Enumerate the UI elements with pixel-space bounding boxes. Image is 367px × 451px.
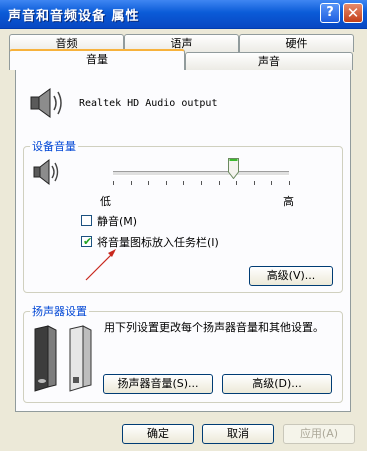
slider-tick: [254, 181, 255, 185]
slider-tick: [271, 181, 272, 185]
speaker-advanced-button[interactable]: 高级(D)...: [222, 374, 332, 394]
volume-low-label: 低: [100, 195, 111, 208]
title-bar[interactable]: 声音和音频设备 属性 ? ✕: [0, 0, 367, 29]
properties-window: 声音和音频设备 属性 ? ✕ 音频 语声 硬件 音量 声音 Realtek HD…: [0, 0, 367, 451]
mute-label[interactable]: 静音(M): [97, 213, 137, 229]
slider-tick: [113, 181, 114, 185]
slider-tick: [183, 181, 184, 185]
tab-sounds[interactable]: 声音: [185, 52, 353, 70]
device-volume-title: 设备音量: [30, 138, 78, 154]
annotation-arrow-icon: [85, 249, 116, 281]
tab-hardware[interactable]: 硬件: [239, 34, 354, 52]
tab-volume[interactable]: 音量: [9, 49, 185, 70]
speakers-icon: [34, 325, 92, 392]
volume-slider-track[interactable]: [113, 171, 289, 176]
close-button[interactable]: ✕: [343, 3, 363, 23]
device-name: Realtek HD Audio output: [79, 98, 218, 109]
slider-tick: [289, 181, 290, 185]
slider-tick: [166, 181, 167, 185]
mute-checkbox[interactable]: [81, 215, 92, 226]
slider-tick: [219, 181, 220, 185]
volume-slider-thumb[interactable]: [227, 158, 239, 179]
volume-high-label: 高: [283, 195, 294, 208]
slider-tick: [131, 181, 132, 185]
cancel-button[interactable]: 取消: [202, 424, 274, 444]
device-advanced-button[interactable]: 高级(V)...: [249, 266, 333, 286]
speaker-icon: [30, 88, 62, 118]
speaker-settings-title: 扬声器设置: [30, 303, 89, 319]
apply-button[interactable]: 应用(A): [283, 424, 355, 444]
ok-button[interactable]: 确定: [122, 424, 194, 444]
speaker-volume-button[interactable]: 扬声器音量(S)...: [103, 374, 213, 394]
help-button[interactable]: ?: [320, 3, 340, 23]
slider-tick: [201, 181, 202, 185]
slider-tick: [148, 181, 149, 185]
slider-tick: [236, 181, 237, 185]
window-title: 声音和音频设备 属性: [8, 9, 140, 24]
volume-speaker-icon: [33, 158, 59, 186]
speaker-settings-description: 用下列设置更改每个扬声器音量和其他设置。: [104, 321, 324, 334]
